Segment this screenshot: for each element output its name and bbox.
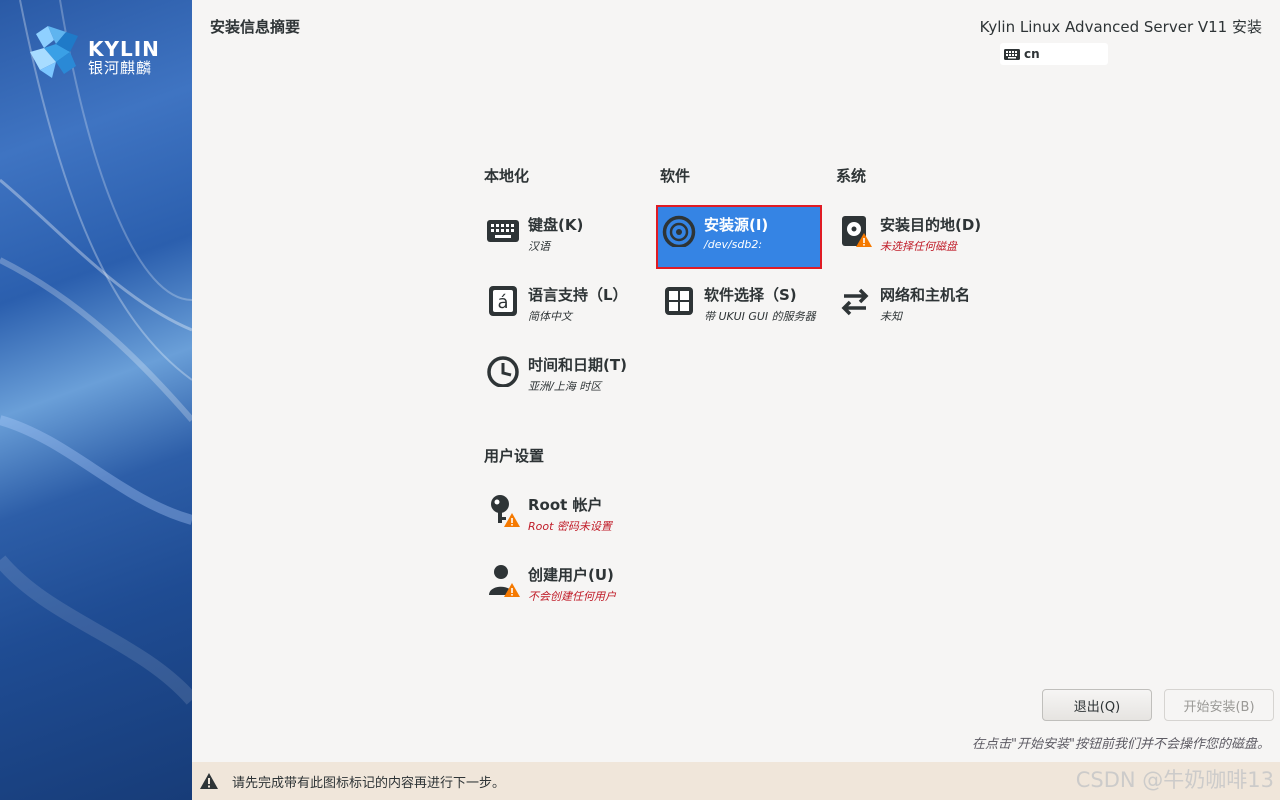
spoke-software-status: 带 UKUI GUI 的服务器 [704, 310, 816, 323]
spoke-software-selection[interactable]: 软件选择（S) 带 UKUI GUI 的服务器 [658, 277, 820, 337]
spoke-source-status: /dev/sdb2: [704, 238, 763, 251]
root-key-warning-icon [491, 495, 520, 527]
section-system-label: 系统 [836, 167, 867, 185]
spoke-create-user-title: 创建用户(U) [528, 566, 614, 584]
svg-text:á: á [497, 292, 508, 313]
spoke-time-status: 亚洲/上海 时区 [528, 380, 602, 393]
keyboard-layout-label: cn [1024, 47, 1040, 61]
language-icon: á [489, 286, 517, 316]
spoke-destination-title: 安装目的地(D) [880, 216, 982, 234]
keyboard-icon [487, 220, 519, 242]
keyboard-layout-indicator[interactable]: cn [1000, 43, 1108, 65]
warning-icon [200, 773, 218, 789]
spoke-language-status: 简体中文 [528, 310, 572, 323]
section-localization-label: 本地化 [484, 167, 530, 185]
spoke-network-status: 未知 [880, 310, 902, 323]
keyboard-icon [1004, 48, 1020, 60]
package-grid-icon [665, 287, 693, 315]
spoke-software-title: 软件选择（S) [704, 286, 797, 304]
spoke-time-title: 时间和日期(T) [528, 356, 627, 374]
watermark: CSDN @牛奶咖啡13 [1075, 768, 1274, 792]
spoke-root-title: Root 帐户 [528, 496, 603, 514]
spoke-network-hostname[interactable]: 网络和主机名 未知 [834, 277, 996, 337]
spoke-installation-source[interactable]: 安装源(I) /dev/sdb2: [656, 205, 822, 269]
spoke-language-title: 语言支持（L） [528, 286, 628, 304]
spoke-installation-destination[interactable]: 安装目的地(D) 未选择任何磁盘 [834, 207, 996, 267]
spoke-create-user-status: 不会创建任何用户 [528, 590, 616, 603]
spoke-source-title: 安装源(I) [704, 216, 769, 234]
sidebar: KYLIN 银河麒麟 [0, 0, 192, 800]
spoke-network-title: 网络和主机名 [880, 286, 971, 304]
spoke-language-support[interactable]: á 语言支持（L） 简体中文 [482, 277, 644, 337]
product-title: Kylin Linux Advanced Server V11 安装 [979, 18, 1262, 36]
begin-installation-button[interactable]: 开始安装(B) [1164, 689, 1274, 721]
clock-icon [487, 356, 519, 387]
disk-safety-note: 在点击"开始安装"按钮前我们并不会操作您的磁盘。 [972, 737, 1270, 752]
spoke-create-user[interactable]: 创建用户(U) 不会创建任何用户 [482, 557, 644, 617]
disc-icon [662, 215, 696, 247]
spoke-root-account[interactable]: Root 帐户 Root 密码未设置 [482, 487, 644, 547]
spoke-root-status: Root 密码未设置 [528, 520, 612, 533]
sidebar-background-art [0, 0, 192, 705]
section-software-label: 软件 [660, 167, 691, 185]
page-title: 安装信息摘要 [210, 18, 301, 36]
logo-text-cn: 银河麒麟 [88, 59, 153, 77]
spoke-keyboard-status: 汉语 [528, 240, 550, 253]
warning-bar-text: 请先完成带有此图标标记的内容再进行下一步。 [232, 775, 506, 791]
spoke-time-date[interactable]: 时间和日期(T) 亚洲/上海 时区 [482, 347, 644, 407]
network-arrows-icon [841, 288, 869, 316]
user-warning-icon [489, 565, 520, 597]
hard-disk-warning-icon [842, 216, 872, 247]
quit-button[interactable]: 退出(Q) [1042, 689, 1152, 721]
spoke-destination-status: 未选择任何磁盘 [880, 240, 957, 253]
section-user-settings-label: 用户设置 [484, 447, 545, 465]
spoke-keyboard-title: 键盘(K) [528, 216, 584, 234]
spoke-keyboard[interactable]: 键盘(K) 汉语 [482, 207, 644, 267]
